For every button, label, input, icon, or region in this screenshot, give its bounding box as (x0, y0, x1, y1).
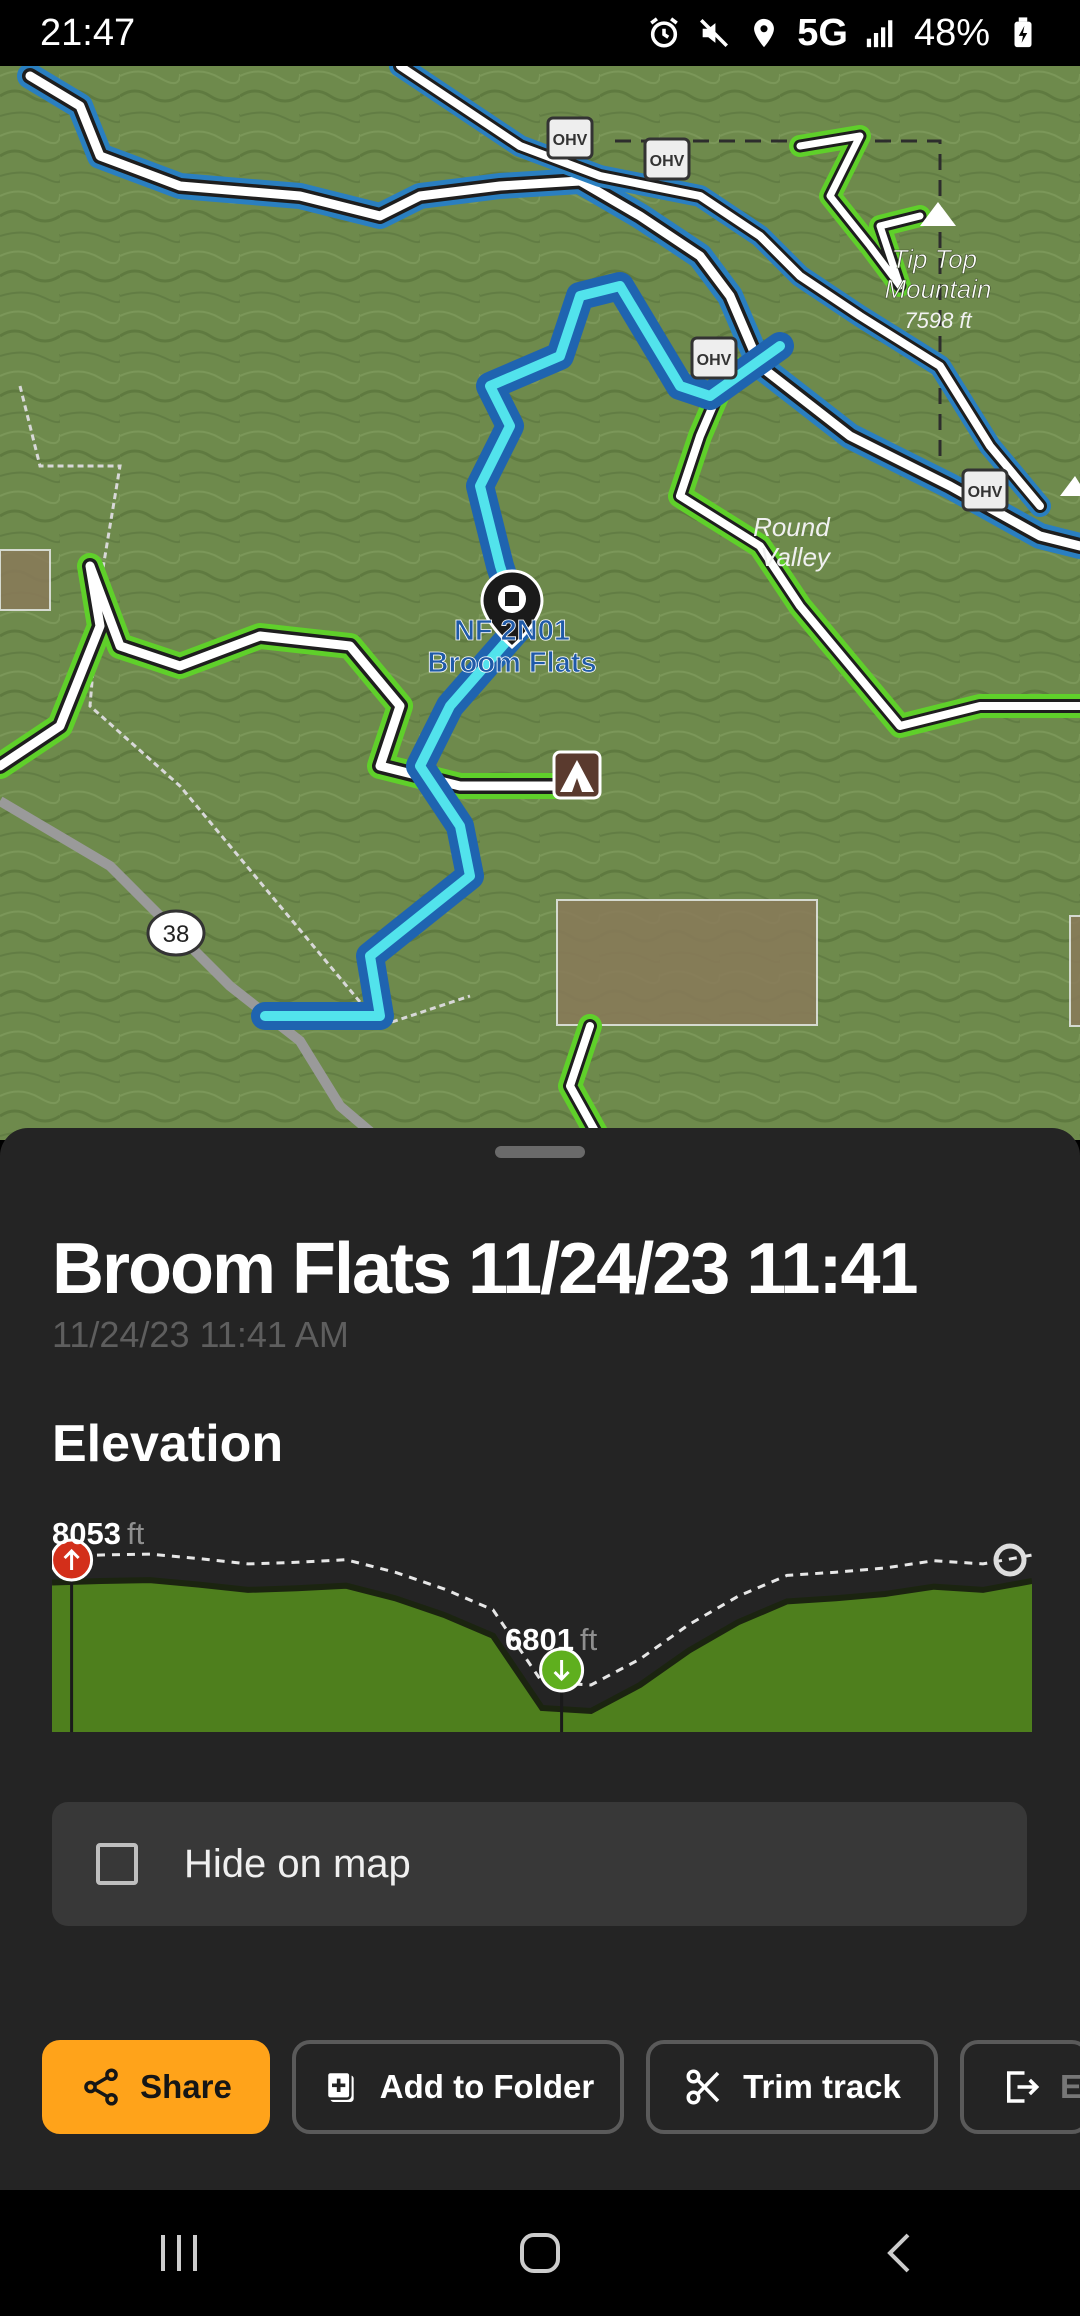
max-elevation-label: 8053 ft (52, 1516, 144, 1552)
add-to-folder-icon (325, 2070, 354, 2102)
track-date: 11/24/23 11:41 AM (52, 1314, 349, 1355)
land-parcel (0, 549, 51, 611)
track-details-sheet: Broom Flats 11/24/23 11:41 11/24/23 11:4… (0, 1128, 1080, 2190)
status-time: 21:47 (40, 11, 136, 54)
mute-icon (700, 18, 729, 48)
alarm-icon (650, 17, 679, 48)
action-bar: Share Add to Folder Trim track E (42, 2040, 1080, 2134)
track-title: Broom Flats 11/24/23 11:41 (52, 1229, 919, 1309)
campground-icon[interactable] (552, 750, 602, 800)
highway-shield: 38 (146, 909, 206, 957)
share-label: Share (140, 2068, 232, 2105)
signal-icon (866, 20, 893, 48)
battery-percent: 48% (913, 11, 990, 54)
recent-apps-button[interactable] (120, 2213, 240, 2293)
battery-icon (1014, 17, 1032, 48)
export-button[interactable]: E (960, 2040, 1080, 2134)
elevation-heading: Elevation (52, 1415, 284, 1473)
peak-name-line1: Tip Top (892, 244, 978, 274)
peak-elevation-label: 7598 ft (904, 308, 972, 333)
ohv-badge: OHV (643, 137, 691, 181)
min-elevation-unit: ft (579, 1622, 598, 1657)
map-view[interactable]: OHV OHV OHV OHV Tip Top Mountain 7598 ft… (0, 66, 1080, 1140)
peak-name-line2: Mountain (885, 274, 992, 304)
back-button[interactable] (840, 2213, 960, 2293)
land-parcel (556, 899, 818, 1026)
min-elevation-value: 6801 (505, 1622, 574, 1657)
hide-on-map-checkbox[interactable] (96, 1843, 138, 1885)
home-button[interactable] (480, 2213, 600, 2293)
share-button[interactable]: Share (42, 2040, 270, 2134)
back-icon (887, 2233, 910, 2273)
waypoint-code-label: NF 2N01 (454, 615, 570, 647)
hide-on-map-label: Hide on map (184, 1841, 411, 1886)
round-valley-line1: Round (753, 512, 831, 542)
add-to-folder-button[interactable]: Add to Folder (292, 2040, 624, 2134)
ohv-badge: OHV (690, 336, 738, 380)
svg-text:OHV: OHV (553, 132, 588, 149)
hide-on-map-toggle[interactable]: Hide on map (52, 1802, 1027, 1926)
trim-track-label: Trim track (743, 2068, 901, 2105)
trim-track-button[interactable]: Trim track (646, 2040, 938, 2134)
add-to-folder-label: Add to Folder (379, 2068, 595, 2105)
waypoint-name-label: Broom Flats (427, 647, 596, 679)
round-valley-label: Round Valley (753, 512, 837, 572)
map-canvas[interactable]: OHV OHV OHV OHV Tip Top Mountain 7598 ft… (0, 66, 1080, 1140)
land-parcel (1069, 915, 1080, 1027)
status-bar: 21:47 5G 48% (0, 0, 1080, 66)
ohv-badge: OHV (961, 468, 1009, 512)
min-elevation-label: 6801 ft (505, 1622, 597, 1658)
svg-text:38: 38 (163, 921, 190, 948)
svg-text:OHV: OHV (697, 352, 732, 369)
sheet-drag-handle[interactable] (495, 1146, 585, 1158)
ohv-badge: OHV (546, 116, 594, 160)
svg-text:OHV: OHV (650, 153, 685, 170)
system-nav-bar (0, 2190, 1080, 2316)
status-icons: 5G 48% (647, 12, 1040, 55)
share-icon (84, 2068, 118, 2106)
recent-apps-icon (161, 2235, 197, 2271)
network-label: 5G (797, 11, 848, 54)
export-label: E (1060, 2068, 1080, 2105)
peak-name-label: Tip Top Mountain (885, 244, 992, 304)
export-icon (1007, 2071, 1040, 2103)
home-icon (520, 2233, 560, 2273)
svg-text:OHV: OHV (968, 484, 1003, 501)
location-icon (754, 18, 775, 48)
max-elevation-unit: ft (126, 1516, 145, 1551)
round-valley-line2: Valley (760, 542, 832, 572)
scissors-icon (686, 2069, 720, 2105)
max-elevation-value: 8053 (52, 1516, 121, 1551)
